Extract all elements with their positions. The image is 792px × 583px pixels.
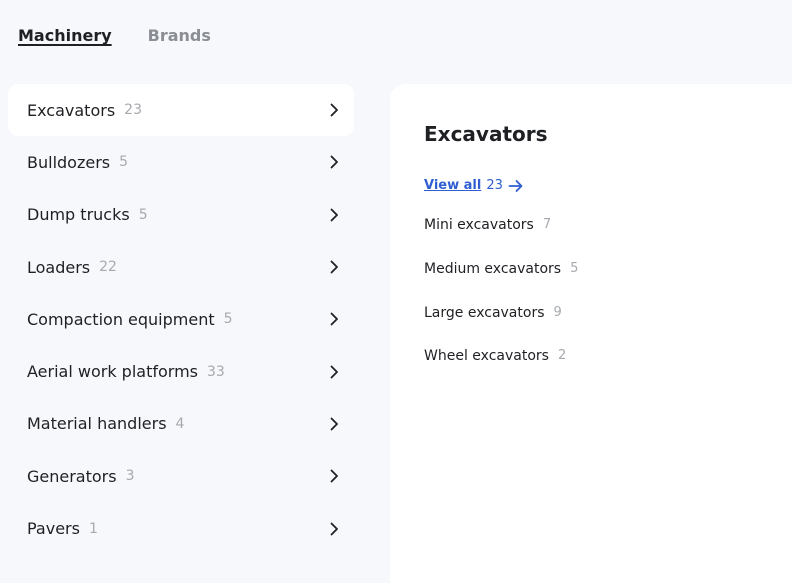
chevron-right-icon: [330, 103, 338, 117]
subcategory-label: Large excavators: [424, 304, 545, 321]
category-item-aerial-work-platforms[interactable]: Aerial work platforms 33: [8, 345, 354, 397]
view-all-link[interactable]: View all: [424, 178, 481, 193]
panel-title: Excavators: [424, 122, 548, 146]
subcategory-item-medium-excavators[interactable]: Medium excavators 5: [424, 261, 578, 305]
subcategory-label: Mini excavators: [424, 217, 534, 233]
chevron-right-icon: [330, 469, 338, 483]
category-count: 4: [175, 415, 185, 432]
chevron-right-icon: [330, 208, 338, 222]
category-item-pavers[interactable]: Pavers 1: [8, 502, 354, 554]
subcategory-count: 2: [557, 348, 567, 364]
tab-brands[interactable]: Brands: [148, 26, 211, 45]
arrow-right-icon[interactable]: [508, 179, 524, 193]
category-label: Excavators: [27, 100, 116, 120]
view-all-row: View all 23: [424, 178, 524, 193]
category-count: 1: [88, 520, 98, 537]
category-item-generators[interactable]: Generators 3: [8, 450, 354, 502]
category-label: Bulldozers: [27, 152, 111, 172]
category-count: 5: [119, 154, 129, 171]
category-item-compaction-equipment[interactable]: Compaction equipment 5: [8, 293, 354, 345]
subcategory-count: 9: [553, 304, 562, 320]
subcategory-panel: Excavators View all 23 Mini excavators 7…: [390, 84, 792, 583]
chevron-right-icon: [330, 417, 338, 431]
view-all-count: 23: [486, 178, 503, 193]
subcategory-list: Mini excavators 7 Medium excavators 5 La…: [424, 217, 578, 392]
category-count: 5: [223, 311, 233, 328]
category-count: 33: [207, 363, 225, 380]
chevron-right-icon: [330, 312, 338, 326]
category-item-dump-trucks[interactable]: Dump trucks 5: [8, 189, 354, 241]
subcategory-item-large-excavators[interactable]: Large excavators 9: [424, 305, 578, 349]
chevron-right-icon: [330, 260, 338, 274]
category-count: 22: [99, 259, 117, 276]
chevron-right-icon: [330, 156, 338, 169]
category-count: 3: [125, 468, 135, 485]
category-item-excavators[interactable]: Excavators 23: [8, 84, 354, 137]
category-label: Compaction equipment: [27, 309, 215, 329]
subcategory-item-wheel-excavators[interactable]: Wheel excavators 2: [424, 348, 578, 392]
category-label: Generators: [27, 466, 117, 486]
subcategory-count: 5: [570, 260, 579, 276]
category-item-bulldozers[interactable]: Bulldozers 5: [8, 136, 354, 188]
category-tabs: Machinery Brands: [18, 26, 211, 45]
category-label: Pavers: [27, 519, 80, 539]
category-label: Dump trucks: [27, 205, 130, 225]
subcategory-label: Medium excavators: [424, 260, 562, 277]
category-count: 23: [124, 102, 142, 119]
chevron-right-icon: [330, 522, 338, 535]
category-label: Aerial work platforms: [27, 362, 198, 382]
category-item-loaders[interactable]: Loaders 22: [8, 241, 354, 293]
tab-machinery[interactable]: Machinery: [18, 26, 112, 45]
category-label: Material handlers: [27, 414, 167, 434]
category-count: 5: [138, 206, 148, 223]
category-item-material-handlers[interactable]: Material handlers 4: [8, 398, 354, 450]
subcategory-count: 7: [542, 217, 552, 232]
category-list: Excavators 23 Bulldozers 5 Dump trucks 5…: [8, 84, 354, 555]
subcategory-label: Wheel excavators: [424, 348, 549, 365]
chevron-right-icon: [330, 365, 338, 379]
subcategory-item-mini-excavators[interactable]: Mini excavators 7: [424, 217, 578, 261]
category-label: Loaders: [27, 257, 91, 277]
